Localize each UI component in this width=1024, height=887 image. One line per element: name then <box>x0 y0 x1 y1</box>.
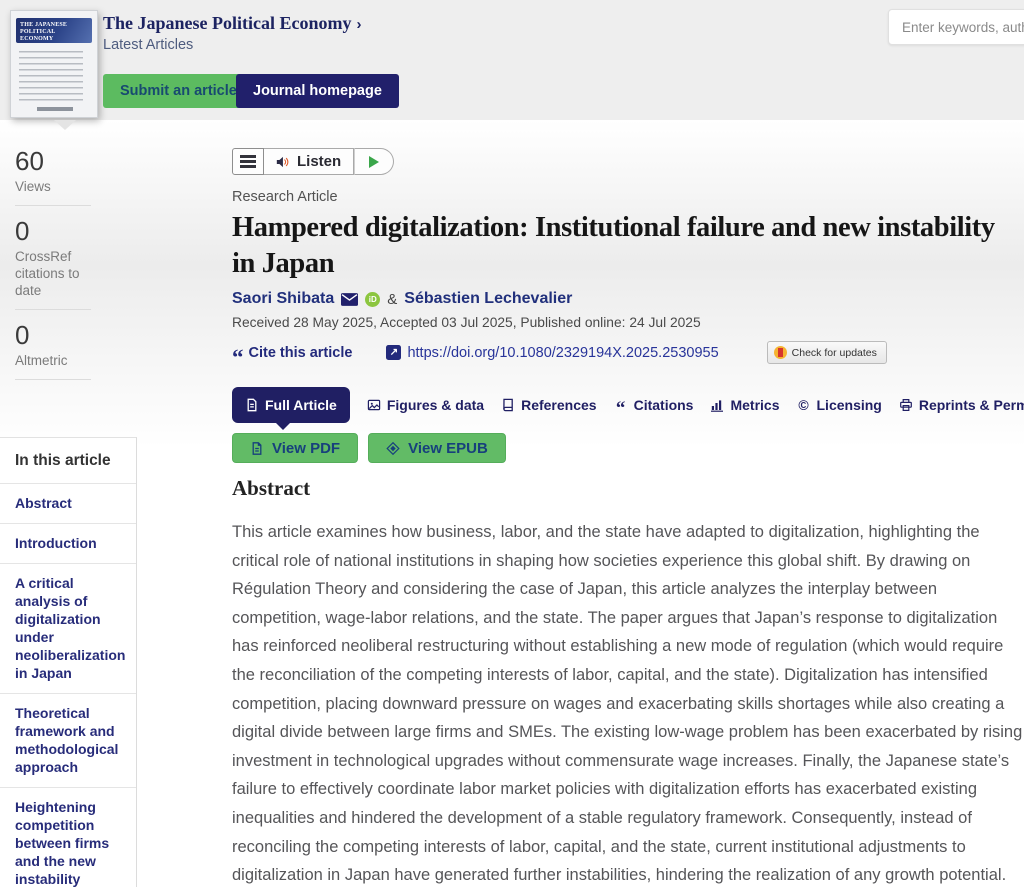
metric-divider <box>15 309 91 310</box>
metric-value: 60 <box>15 146 91 176</box>
author-link-sebastien-lechevalier[interactable]: Sébastien Lechevalier <box>404 290 572 308</box>
article-tabs: Full Article Figures & data References “… <box>232 386 1024 424</box>
metric-block: 0 Altmetric <box>15 320 91 380</box>
check-for-updates-label: Check for updates <box>792 347 877 359</box>
speaker-icon <box>276 155 290 169</box>
sidebar-items: Abstract Introduction A critical analysi… <box>0 483 136 887</box>
journal-title-text: The Japanese Political Economy <box>103 13 352 33</box>
abstract-text: This article examines how business, labo… <box>232 518 1024 887</box>
document-icon <box>245 398 259 412</box>
sidebar-item-abstract[interactable]: Abstract <box>0 483 136 523</box>
check-for-updates-badge[interactable]: Check for updates <box>767 341 887 364</box>
listen-button[interactable]: Listen <box>264 148 354 175</box>
chart-icon <box>710 398 724 412</box>
listen-toolbar: Listen <box>232 148 1024 175</box>
journal-cover-banner: THE JAPANESE POLITICAL ECONOMY <box>16 18 92 43</box>
doi-wrap: ↗ https://doi.org/10.1080/2329194X.2025.… <box>386 345 718 361</box>
author-byline: Saori Shibata iD & Sébastien Lechevalier <box>232 290 1024 308</box>
orcid-icon[interactable]: iD <box>365 292 380 307</box>
download-button-view-pdf[interactable]: View PDF <box>232 433 358 463</box>
metric-value: 0 <box>15 320 91 350</box>
header-pointer-tail <box>54 120 76 130</box>
play-icon <box>369 156 379 168</box>
tab-label: Metrics <box>730 397 779 413</box>
abstract-section: Abstract This article examines how busin… <box>232 476 1024 887</box>
submit-article-button[interactable]: Submit an article <box>103 74 254 108</box>
pdf-icon <box>250 441 264 455</box>
email-icon[interactable] <box>341 293 358 306</box>
metric-divider <box>15 205 91 206</box>
tab-citations[interactable]: “ Citations <box>614 397 694 413</box>
cite-label: Cite this article <box>249 345 353 361</box>
metric-label: CrossRef citations to date <box>15 248 91 299</box>
metric-value: 0 <box>15 216 91 246</box>
play-button[interactable] <box>354 148 394 175</box>
tab-references[interactable]: References <box>501 397 597 413</box>
metric-label: Altmetric <box>15 352 91 369</box>
tab-label: Figures & data <box>387 397 484 413</box>
journal-cover-thumbnail[interactable]: THE JAPANESE POLITICAL ECONOMY <box>10 10 98 118</box>
latest-articles-link[interactable]: Latest Articles <box>103 37 193 53</box>
tab-metrics[interactable]: Metrics <box>710 397 779 413</box>
sidebar-title: In this article <box>0 438 136 483</box>
journal-cover-toc-lines <box>19 51 83 101</box>
article-header: Listen Research Article Hampered digital… <box>232 148 1024 463</box>
quote-icon: “ <box>614 398 628 412</box>
tab-label: Reprints & Permissions <box>919 397 1024 413</box>
authors-separator: & <box>387 291 397 308</box>
journal-homepage-button[interactable]: Journal homepage <box>236 74 399 108</box>
tab-label: References <box>521 397 597 413</box>
sidebar-item-introduction[interactable]: Introduction <box>0 523 136 563</box>
citation-row: “ Cite this article ↗ https://doi.org/10… <box>232 341 1024 364</box>
download-button-label: View PDF <box>272 440 340 457</box>
article-page: THE JAPANESE POLITICAL ECONOMY The Japan… <box>0 0 1024 887</box>
printer-icon <box>899 398 913 412</box>
sidebar-item-a-critical-analysis-of-digitalization-under-neoliberalization-in-japan[interactable]: A critical analysis of digitalization un… <box>0 563 136 693</box>
article-type-label: Research Article <box>232 189 1024 205</box>
image-icon <box>367 398 381 412</box>
tab-reprints-permissions[interactable]: Reprints & Permissions <box>899 397 1024 413</box>
metric-divider <box>15 379 91 380</box>
tab-full-article[interactable]: Full Article <box>232 387 350 423</box>
crossmark-icon <box>774 346 787 359</box>
quote-icon: “ <box>232 353 244 363</box>
download-button-view-epub[interactable]: View EPUB <box>368 433 506 463</box>
metric-block: 0 CrossRef citations to date <box>15 216 91 310</box>
book-icon <box>501 398 515 412</box>
download-buttons: View PDF View EPUB <box>232 433 1024 463</box>
metric-block: 60 Views <box>15 146 91 206</box>
tab-licensing[interactable]: © Licensing <box>797 397 882 413</box>
in-this-article-sidebar: In this article Abstract Introduction A … <box>0 437 137 887</box>
doi-link[interactable]: https://doi.org/10.1080/2329194X.2025.25… <box>407 345 718 361</box>
tab-label: Licensing <box>817 397 882 413</box>
tab-label: Full Article <box>265 397 337 413</box>
journal-title-link[interactable]: The Japanese Political Economy › <box>103 13 362 34</box>
external-link-icon: ↗ <box>386 345 401 360</box>
article-dates: Received 28 May 2025, Accepted 03 Jul 20… <box>232 315 1024 330</box>
chevron-right-icon: › <box>357 16 362 33</box>
cite-this-article-link[interactable]: “ Cite this article <box>232 345 352 361</box>
epub-icon <box>386 441 400 455</box>
tab-label: Citations <box>634 397 694 413</box>
metric-label: Views <box>15 178 91 195</box>
tab-figures-data[interactable]: Figures & data <box>367 397 484 413</box>
article-title: Hampered digitalization: Institutional f… <box>232 210 1024 282</box>
journal-cover-footer-mark <box>37 107 73 111</box>
sidebar-item-heightening-competition-between-firms-and-the-new-instability[interactable]: Heightening competition between firms an… <box>0 787 136 887</box>
download-button-label: View EPUB <box>408 440 488 457</box>
abstract-heading: Abstract <box>232 476 1024 501</box>
search-input[interactable] <box>888 9 1024 45</box>
listen-label: Listen <box>297 153 341 170</box>
author-link-saori-shibata[interactable]: Saori Shibata <box>232 290 334 308</box>
article-metrics: 60 Views 0 CrossRef citations to date 0 … <box>15 146 91 390</box>
listen-menu-button[interactable] <box>232 148 264 175</box>
copyright-icon: © <box>797 398 811 412</box>
site-header: THE JAPANESE POLITICAL ECONOMY The Japan… <box>0 0 1024 120</box>
sidebar-item-theoretical-framework-and-methodological-approach[interactable]: Theoretical framework and methodological… <box>0 693 136 787</box>
